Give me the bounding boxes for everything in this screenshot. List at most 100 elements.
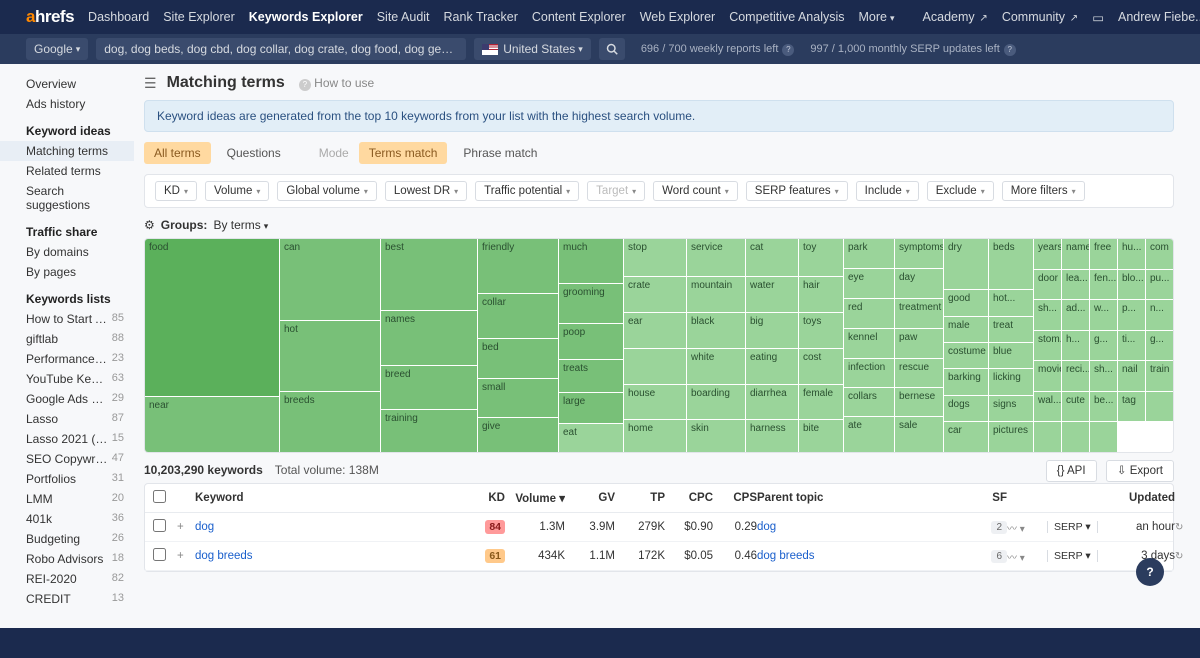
treemap-cell[interactable]: ate xyxy=(844,417,894,452)
treemap-cell[interactable]: hot xyxy=(280,321,380,390)
treemap-cell[interactable]: treats xyxy=(559,360,623,392)
treemap-cell[interactable]: dry xyxy=(944,239,988,289)
col-tp[interactable]: TP xyxy=(615,492,665,504)
treemap-cell[interactable]: white xyxy=(687,349,745,383)
treemap-cell[interactable]: male xyxy=(944,317,988,342)
treemap-cell[interactable]: sh... xyxy=(1090,361,1117,391)
treemap-cell[interactable]: small xyxy=(478,379,558,416)
treemap-cell[interactable]: poop xyxy=(559,324,623,359)
select-all-checkbox[interactable] xyxy=(153,490,166,503)
expand-row-icon[interactable]: + xyxy=(177,521,195,533)
filter-lowest-dr[interactable]: Lowest DR xyxy=(385,181,467,201)
treemap-cell[interactable]: water xyxy=(746,277,798,312)
sidebar-list-item[interactable]: Robo Advisors18 xyxy=(0,549,134,569)
collapse-sidebar-icon[interactable]: ☰ xyxy=(144,75,157,92)
treemap-cell[interactable]: licking xyxy=(989,369,1033,394)
treemap-cell[interactable]: cat xyxy=(746,239,798,276)
sidebar-matching-terms[interactable]: Matching terms xyxy=(0,141,134,161)
treemap-cell[interactable]: bernese xyxy=(895,388,943,416)
tab-terms-match[interactable]: Terms match xyxy=(359,142,448,164)
treemap-cell[interactable]: service xyxy=(687,239,745,276)
expand-row-icon[interactable]: + xyxy=(177,550,195,562)
treemap-cell[interactable]: red xyxy=(844,299,894,328)
help-icon[interactable]: ? xyxy=(1004,44,1016,56)
nav-dashboard[interactable]: Dashboard xyxy=(88,10,149,24)
sidebar-list-item[interactable]: Google Ads LA...29 xyxy=(0,389,134,409)
treemap-cell[interactable]: door xyxy=(1034,270,1061,300)
how-to-use-link[interactable]: ? How to use xyxy=(295,76,374,91)
treemap-cell[interactable] xyxy=(624,349,686,383)
keyword-link[interactable]: dog xyxy=(195,521,465,533)
col-gv[interactable]: GV xyxy=(565,492,615,504)
col-kd[interactable]: KD xyxy=(465,492,505,504)
col-cpc[interactable]: CPC xyxy=(665,492,713,504)
treemap-cell[interactable]: rescue xyxy=(895,359,943,387)
sidebar-by-domains[interactable]: By domains xyxy=(0,242,134,262)
trend-chart-icon[interactable]: 〰 ▾ xyxy=(1007,520,1047,535)
filter-exclude[interactable]: Exclude xyxy=(927,181,994,201)
treemap-cell[interactable]: food xyxy=(145,239,279,396)
treemap-cell[interactable]: barking xyxy=(944,369,988,394)
col-volume[interactable]: Volume ▾ xyxy=(505,491,565,505)
treemap-cell[interactable]: black xyxy=(687,313,745,348)
treemap-cell[interactable]: lea... xyxy=(1062,270,1089,300)
treemap-cell[interactable]: n... xyxy=(1146,300,1173,330)
refresh-icon[interactable]: ↻ xyxy=(1175,522,1195,533)
nav-site-audit[interactable]: Site Audit xyxy=(377,10,430,24)
filter-serp-features[interactable]: SERP features xyxy=(746,181,848,201)
treemap-cell[interactable]: movie xyxy=(1034,361,1061,391)
treemap-cell[interactable]: cute xyxy=(1062,392,1089,422)
sidebar-list-item[interactable]: CREDIT13 xyxy=(0,589,134,609)
sidebar-list-item[interactable]: Performance - ...23 xyxy=(0,349,134,369)
treemap-cell[interactable]: g... xyxy=(1146,331,1173,361)
treemap-cell[interactable] xyxy=(1034,422,1061,452)
treemap-cell[interactable]: signs xyxy=(989,396,1033,421)
treemap-cell[interactable]: infection xyxy=(844,359,894,387)
filter-more-filters[interactable]: More filters xyxy=(1002,181,1085,201)
treemap-cell[interactable]: day xyxy=(895,269,943,298)
treemap-cell[interactable]: crate xyxy=(624,277,686,312)
tab-phrase-match[interactable]: Phrase match xyxy=(453,142,547,164)
filter-global-volume[interactable]: Global volume xyxy=(277,181,377,201)
filter-traffic-potential[interactable]: Traffic potential xyxy=(475,181,579,201)
treemap-cell[interactable]: blo... xyxy=(1118,270,1145,300)
treemap-cell[interactable]: diarrhea xyxy=(746,385,798,419)
treemap-cell[interactable] xyxy=(1090,422,1117,452)
treemap-cell[interactable]: collar xyxy=(478,294,558,338)
treemap-cell[interactable]: skin xyxy=(687,420,745,452)
treemap-cell[interactable]: kennel xyxy=(844,329,894,357)
treemap-cell[interactable]: g... xyxy=(1090,331,1117,361)
groups-dropdown[interactable]: By terms xyxy=(213,218,268,232)
filter-target[interactable]: Target xyxy=(587,181,645,201)
parent-topic-link[interactable]: dog xyxy=(757,521,957,533)
treemap-cell[interactable]: paw xyxy=(895,329,943,357)
treemap-cell[interactable]: harness xyxy=(746,420,798,452)
treemap-cell[interactable] xyxy=(1062,422,1089,452)
treemap-cell[interactable]: wal... xyxy=(1034,392,1061,422)
nav-more[interactable]: More xyxy=(859,10,895,24)
filter-volume[interactable]: Volume xyxy=(205,181,269,201)
treemap-cell[interactable]: be... xyxy=(1090,392,1117,422)
sidebar-list-item[interactable]: Lasso 2021 (la...15 xyxy=(0,429,134,449)
treemap-cell[interactable]: bed xyxy=(478,339,558,378)
api-button[interactable]: {} API xyxy=(1046,460,1097,482)
nav-competitive[interactable]: Competitive Analysis xyxy=(729,10,844,24)
treemap-cell[interactable]: eat xyxy=(559,424,623,452)
refresh-icon[interactable]: ↻ xyxy=(1175,551,1195,562)
treemap-cell[interactable]: park xyxy=(844,239,894,268)
treemap-cell[interactable]: nail xyxy=(1118,361,1145,391)
filter-kd[interactable]: KD xyxy=(155,181,197,201)
treemap-cell[interactable]: best xyxy=(381,239,477,310)
treemap-cell[interactable]: mountain xyxy=(687,277,745,312)
treemap-cell[interactable]: sale xyxy=(895,417,943,452)
sidebar-ads-history[interactable]: Ads history xyxy=(0,94,134,114)
col-cps[interactable]: CPS xyxy=(713,492,757,504)
nav-academy[interactable]: Academy ↗ xyxy=(923,10,988,24)
treemap-cell[interactable]: give xyxy=(478,418,558,452)
col-keyword[interactable]: Keyword xyxy=(195,492,465,504)
row-checkbox[interactable] xyxy=(153,519,166,532)
treemap-cell[interactable]: house xyxy=(624,385,686,419)
treemap-cell[interactable]: hair xyxy=(799,277,843,312)
sidebar-list-item[interactable]: LMM20 xyxy=(0,489,134,509)
treemap-cell[interactable]: h... xyxy=(1062,331,1089,361)
